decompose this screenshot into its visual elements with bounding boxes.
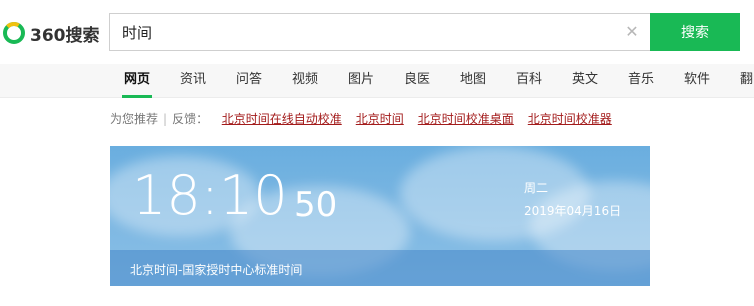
tab-news[interactable]: 资讯 xyxy=(180,70,206,98)
logo-text: 360搜索 xyxy=(30,25,100,46)
logo-mark-icon xyxy=(2,21,26,45)
recommend-link[interactable]: 北京时间校准桌面 xyxy=(418,112,514,126)
recommend-link[interactable]: 北京时间 xyxy=(356,112,404,126)
feedback-link[interactable]: 反馈： xyxy=(172,112,208,126)
search-input[interactable] xyxy=(110,14,610,50)
footer-text: 北京时间-国家授时中心标准时间 xyxy=(130,263,303,277)
tab-qa[interactable]: 问答 xyxy=(236,70,262,98)
tab-translate[interactable]: 翻 xyxy=(740,70,753,98)
weekday-label: 周二 xyxy=(524,181,549,195)
tab-baike[interactable]: 百科 xyxy=(516,70,542,98)
recommendation-bar: 为您推荐 | 反馈： 北京时间在线自动校准 北京时间 北京时间校准桌面 北京时间校准器 xyxy=(110,110,626,127)
tab-music[interactable]: 音乐 xyxy=(628,70,654,98)
card-footer: 北京时间-国家授时中心标准时间 xyxy=(110,250,650,286)
tab-web[interactable]: 网页 xyxy=(121,70,153,98)
tab-english[interactable]: 英文 xyxy=(572,70,598,98)
search-button[interactable]: 搜索 xyxy=(650,13,740,51)
clear-icon[interactable]: ✕ xyxy=(624,24,640,40)
tab-software[interactable]: 软件 xyxy=(684,70,710,98)
recommend-prefix: 为您推荐 xyxy=(110,112,159,126)
header: 360搜索 ✕ 搜索 xyxy=(0,0,754,64)
logo[interactable]: 360搜索 xyxy=(2,18,100,48)
date-label: 2019年04月16日 xyxy=(524,204,622,218)
search-box[interactable]: ✕ xyxy=(109,13,650,51)
tab-video[interactable]: 视频 xyxy=(292,70,318,98)
time-hour-minute: 18:10 xyxy=(132,164,288,227)
time-card: 18:10 50 周二 2019年04月16日 北京时间-国家授时中心标准时间 xyxy=(110,146,650,286)
recommend-link[interactable]: 北京时间在线自动校准 xyxy=(222,112,342,126)
time-seconds: 50 xyxy=(294,185,338,225)
search-tabs: 网页 资讯 问答 视频 图片 良医 地图 百科 英文 音乐 软件 翻 xyxy=(0,64,754,98)
recommend-link[interactable]: 北京时间校准器 xyxy=(528,112,612,126)
tab-images[interactable]: 图片 xyxy=(348,70,374,98)
tab-map[interactable]: 地图 xyxy=(460,70,486,98)
divider: | xyxy=(163,112,168,126)
tab-health[interactable]: 良医 xyxy=(404,70,430,98)
